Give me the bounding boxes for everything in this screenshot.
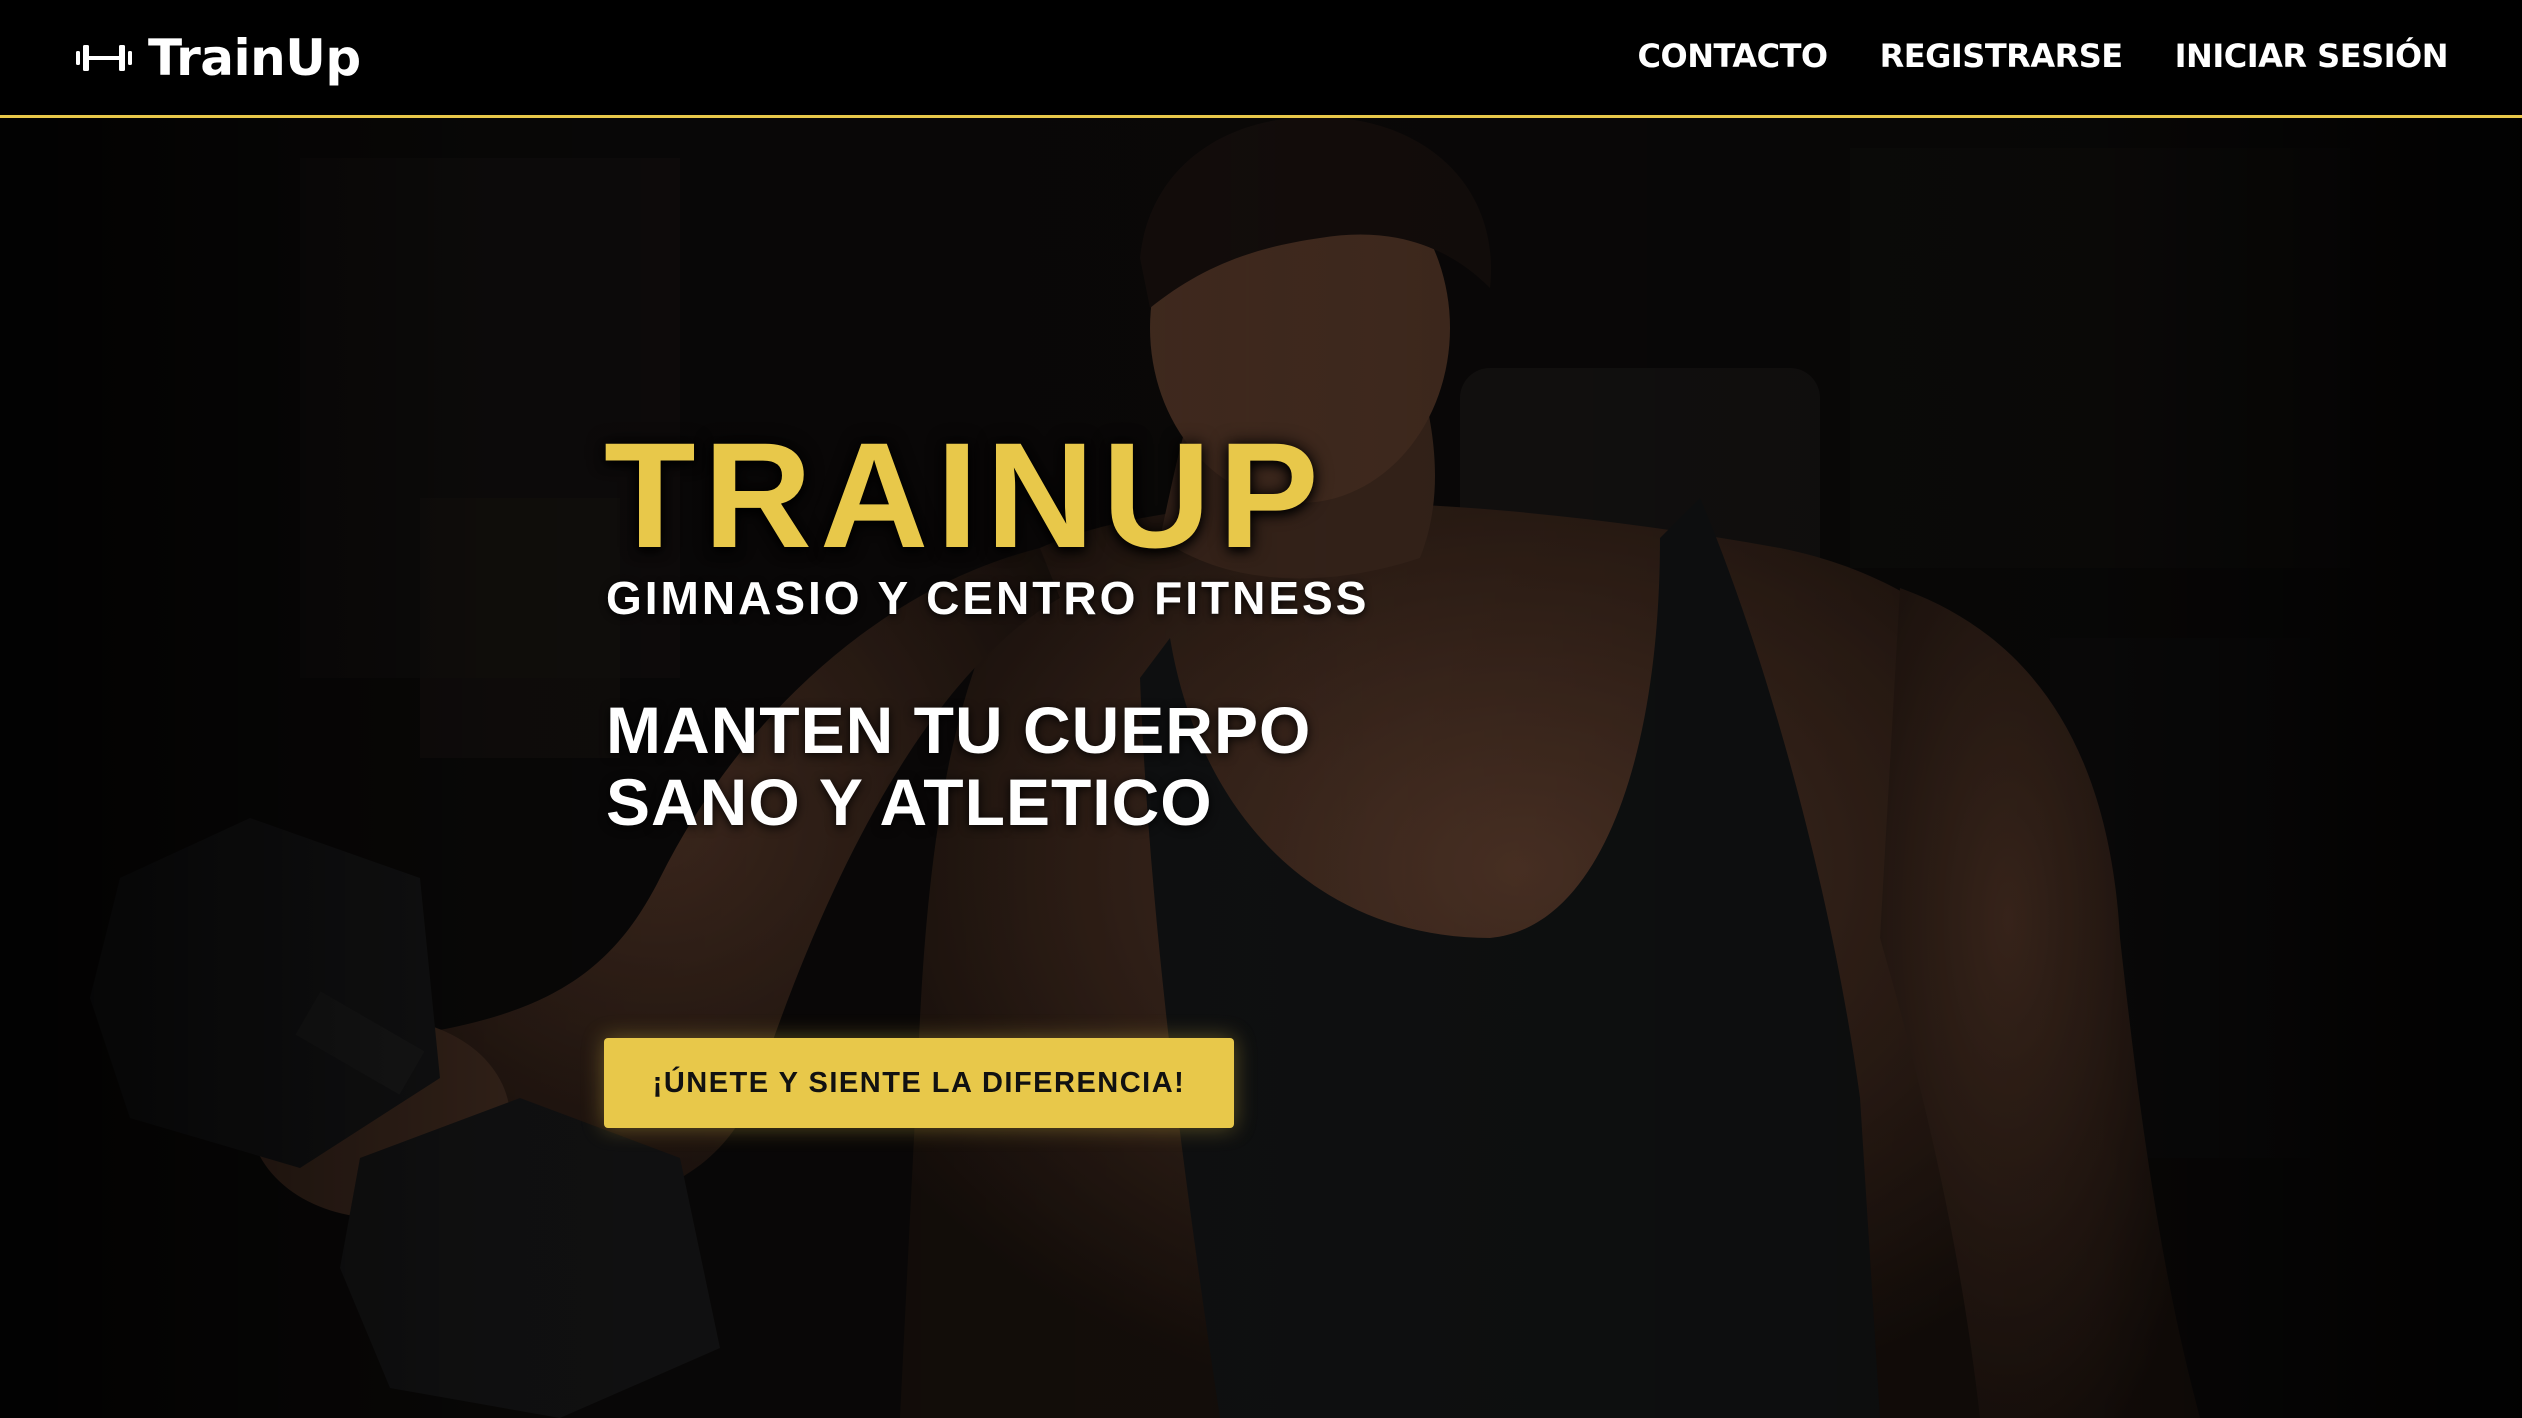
hero-title: TRAINUP [604, 411, 1327, 579]
page: TrainUp CONTACTO REGISTRARSE INICIAR SES… [0, 0, 2522, 1418]
nav-contacto-link[interactable]: CONTACTO [1638, 34, 1829, 78]
brand-logo-link[interactable]: TrainUp [76, 30, 361, 86]
hero-subtitle: GIMNASIO Y CENTRO FITNESS [606, 572, 1370, 624]
hero-content: TRAINUP GIMNASIO Y CENTRO FITNESS MANTEN… [604, 420, 1604, 838]
hero-tagline-line1: MANTEN TU CUERPO [606, 693, 1312, 767]
hero-tagline: MANTEN TU CUERPO SANO Y ATLETICO [606, 694, 1604, 838]
hero-tagline-line2: SANO Y ATLETICO [606, 765, 1213, 839]
join-cta-button[interactable]: ¡ÚNETE Y SIENTE LA DIFERENCIA! [604, 1038, 1234, 1128]
dumbbell-icon [76, 42, 132, 74]
brand-name: TrainUp [148, 29, 361, 87]
nav-iniciar-sesion-link[interactable]: INICIAR SESIÓN [2175, 34, 2449, 78]
nav-registrarse-link[interactable]: REGISTRARSE [1880, 34, 2124, 78]
navbar: TrainUp CONTACTO REGISTRARSE INICIAR SES… [0, 0, 2522, 118]
main-nav: CONTACTO REGISTRARSE INICIAR SESIÓN [1638, 34, 2449, 78]
